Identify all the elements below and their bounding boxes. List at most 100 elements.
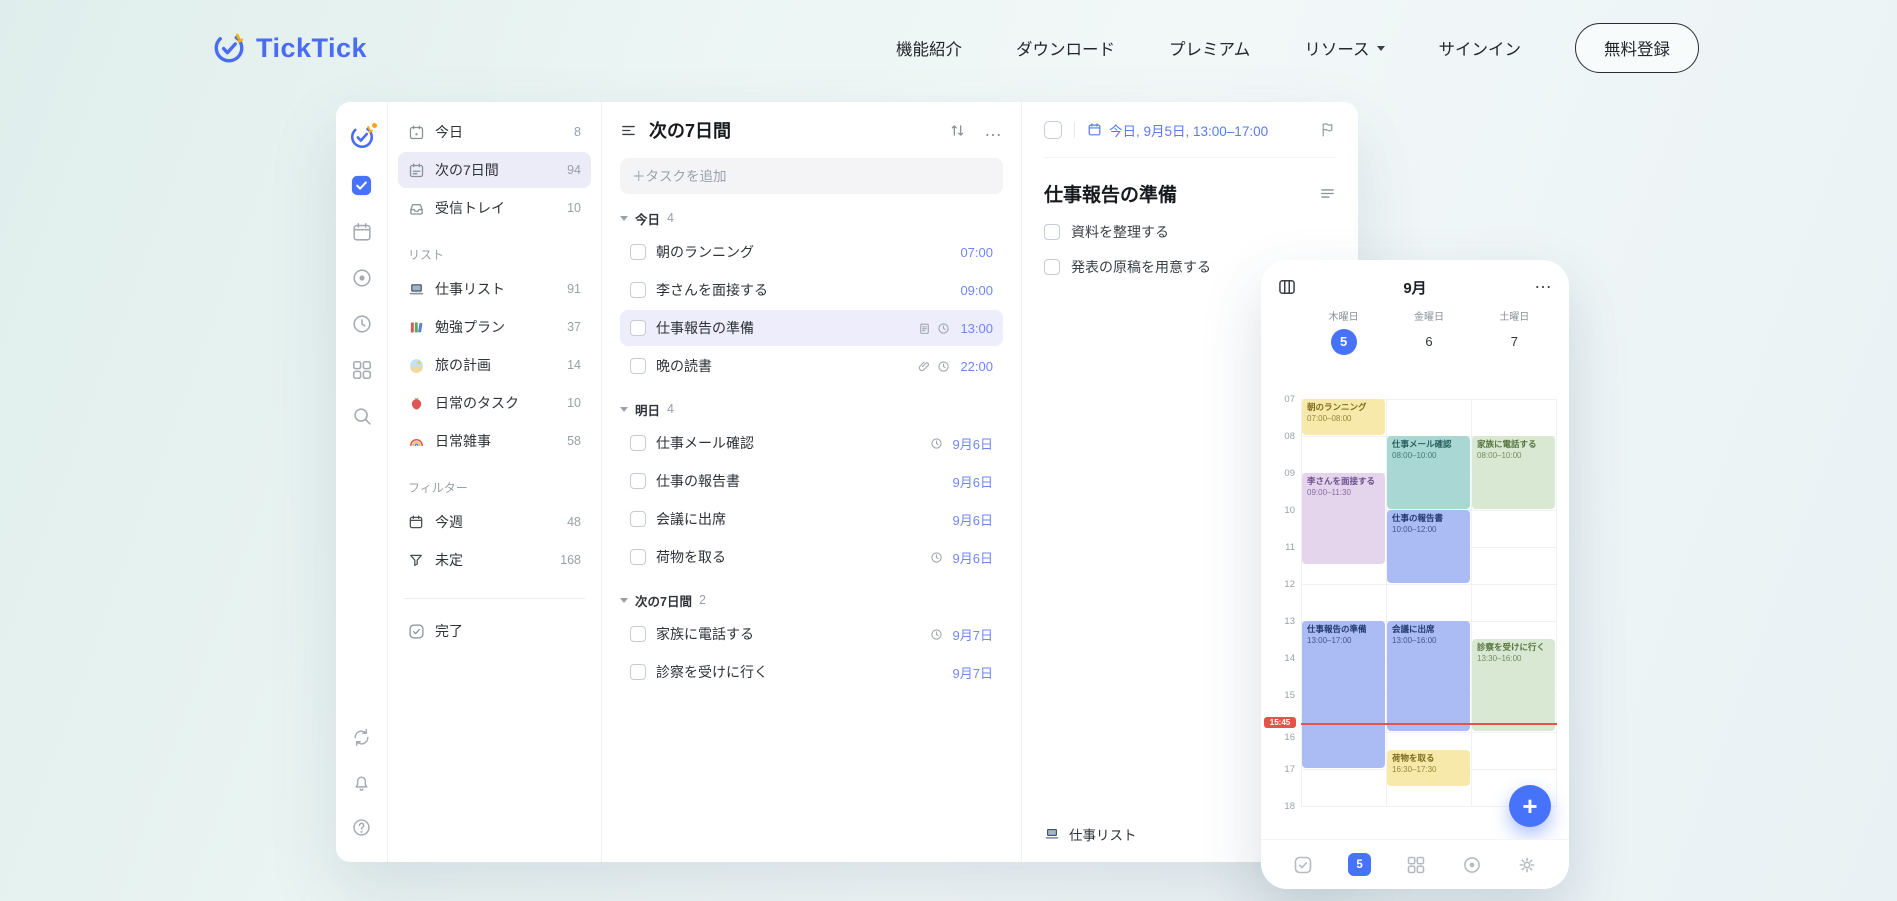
sidebar-filter-thisweek[interactable]: 今週 48 bbox=[398, 504, 591, 540]
task-title: 朝のランニング bbox=[656, 244, 754, 260]
weekday-label: 土曜日 bbox=[1499, 312, 1530, 323]
sidebar-item-label: 受信トレイ bbox=[435, 200, 505, 216]
beach-icon bbox=[408, 357, 425, 374]
calendar-event[interactable]: 朝のランニング 07:00–08:00 bbox=[1302, 399, 1385, 435]
calendar-event[interactable]: 仕事の報告書 10:00–12:00 bbox=[1387, 510, 1470, 583]
day-column-header[interactable]: 木曜日 5 bbox=[1301, 308, 1386, 355]
nav-resources[interactable]: リソース bbox=[1304, 36, 1385, 60]
task-checkbox[interactable] bbox=[630, 664, 646, 680]
sidebar-item-inbox[interactable]: 受信トレイ 10 bbox=[398, 190, 591, 226]
group-header-today[interactable]: 今日 4 bbox=[620, 203, 1003, 233]
tab-settings-icon[interactable] bbox=[1517, 855, 1537, 875]
task-row[interactable]: 診察を受けに行く 9月7日 bbox=[620, 654, 1003, 690]
nav-premium[interactable]: プレミアム bbox=[1169, 36, 1250, 60]
sort-icon[interactable] bbox=[949, 122, 966, 139]
calendar-event[interactable]: 李さんを面接する 09:00–11:30 bbox=[1302, 473, 1385, 564]
task-date: 9月6日 bbox=[952, 436, 993, 452]
calendar-event[interactable]: 家族に電話する 08:00–10:00 bbox=[1472, 436, 1555, 509]
calendar-event[interactable]: 会議に出席 13:00–16:00 bbox=[1387, 621, 1470, 731]
habit-nav-icon[interactable] bbox=[351, 267, 373, 289]
add-task-input[interactable] bbox=[620, 158, 1003, 194]
calendar-nav-icon[interactable] bbox=[351, 221, 373, 243]
tab-tasks-icon[interactable] bbox=[1293, 855, 1313, 875]
sidebar-item-completed[interactable]: 完了 bbox=[398, 613, 591, 649]
calendar-event[interactable]: 仕事報告の準備 13:00–17:00 bbox=[1302, 621, 1385, 768]
add-task-fab[interactable]: + bbox=[1509, 785, 1551, 827]
search-icon[interactable] bbox=[351, 405, 373, 427]
tab-habit-icon[interactable] bbox=[1462, 855, 1482, 875]
event-title: 診察を受けに行く bbox=[1477, 642, 1546, 652]
task-checkbox[interactable] bbox=[630, 549, 646, 565]
brand-logo[interactable]: TickTick bbox=[212, 31, 367, 65]
detail-title: 仕事報告の準備 bbox=[1044, 185, 1178, 206]
nav-signin[interactable]: サインイン bbox=[1439, 36, 1522, 60]
sidebar-item-label: 勉強プラン bbox=[435, 319, 505, 335]
nav-features[interactable]: 機能紹介 bbox=[896, 36, 962, 60]
phone-more-icon[interactable]: … bbox=[1533, 273, 1553, 297]
bell-icon[interactable] bbox=[351, 772, 372, 793]
flag-icon[interactable] bbox=[1319, 121, 1336, 138]
columns-view-icon[interactable] bbox=[1277, 277, 1297, 297]
subtask-checkbox[interactable] bbox=[1044, 259, 1060, 275]
sidebar-list-work[interactable]: 仕事リスト 91 bbox=[398, 271, 591, 307]
group-header-next7days[interactable]: 次の7日間 2 bbox=[620, 585, 1003, 615]
sidebar-list-chores[interactable]: 日常雑事 58 bbox=[398, 423, 591, 459]
task-checkbox[interactable] bbox=[630, 320, 646, 336]
panel-menu-icon[interactable] bbox=[620, 122, 637, 139]
subtask-row[interactable]: 資料を整理する bbox=[1044, 222, 1336, 242]
task-row[interactable]: 会議に出席 9月6日 bbox=[620, 501, 1003, 537]
funnel-icon bbox=[408, 552, 425, 569]
more-options-icon[interactable]: … bbox=[984, 121, 1003, 139]
subtask-checkbox[interactable] bbox=[1044, 224, 1060, 240]
task-row[interactable]: 荷物を取る 9月6日 bbox=[620, 539, 1003, 575]
matrix-nav-icon[interactable] bbox=[351, 359, 373, 381]
task-title: 会議に出席 bbox=[656, 511, 726, 527]
sidebar-list-study[interactable]: 勉強プラン 37 bbox=[398, 309, 591, 345]
sidebar-list-daily-tasks[interactable]: 日常のタスク 10 bbox=[398, 385, 591, 421]
sidebar-item-next7days[interactable]: 次の7日間 94 bbox=[398, 152, 591, 188]
sync-icon[interactable] bbox=[351, 727, 372, 748]
task-row[interactable]: 仕事メール確認 9月6日 bbox=[620, 425, 1003, 461]
task-checkbox[interactable] bbox=[630, 435, 646, 451]
task-row[interactable]: 朝のランニング 07:00 bbox=[620, 234, 1003, 270]
task-checkbox[interactable] bbox=[630, 473, 646, 489]
task-row[interactable]: 仕事の報告書 9月6日 bbox=[620, 463, 1003, 499]
hour-label: 09 bbox=[1284, 468, 1295, 479]
detail-date[interactable]: 今日, 9月5日, 13:00–17:00 bbox=[1087, 120, 1268, 140]
account-avatar[interactable] bbox=[349, 121, 379, 150]
current-time-label: 15:45 bbox=[1264, 717, 1296, 728]
nav-download[interactable]: ダウンロード bbox=[1016, 36, 1115, 60]
task-row[interactable]: 家族に電話する 9月7日 bbox=[620, 616, 1003, 652]
group-label: 次の7日間 bbox=[635, 594, 692, 609]
day-column-header[interactable]: 金曜日 6 bbox=[1386, 308, 1471, 355]
detail-checkbox[interactable] bbox=[1044, 120, 1062, 139]
task-title: 仕事メール確認 bbox=[656, 435, 754, 451]
help-icon[interactable] bbox=[351, 817, 372, 838]
sidebar-item-today[interactable]: 今日 8 bbox=[398, 114, 591, 150]
tab-matrix-icon[interactable] bbox=[1406, 855, 1426, 875]
detail-menu-icon[interactable] bbox=[1319, 185, 1336, 202]
pomodoro-nav-icon[interactable] bbox=[351, 313, 373, 335]
sidebar-list-travel[interactable]: 旅の計画 14 bbox=[398, 347, 591, 383]
calendar-event[interactable]: 荷物を取る 16:30–17:30 bbox=[1387, 750, 1470, 786]
event-title: 仕事の報告書 bbox=[1392, 513, 1444, 523]
task-checkbox[interactable] bbox=[630, 358, 646, 374]
task-checkbox[interactable] bbox=[630, 511, 646, 527]
calendar-event[interactable]: 診察を受けに行く 13:30–16:00 bbox=[1472, 639, 1555, 731]
task-checkbox[interactable] bbox=[630, 244, 646, 260]
task-row[interactable]: 李さんを面接する 09:00 bbox=[620, 272, 1003, 308]
clock-icon bbox=[937, 322, 950, 335]
item-count: 10 bbox=[567, 201, 581, 215]
task-checkbox[interactable] bbox=[630, 626, 646, 642]
sidebar-filter-undated[interactable]: 未定 168 bbox=[398, 542, 591, 578]
group-header-tomorrow[interactable]: 明日 4 bbox=[620, 394, 1003, 424]
signup-button[interactable]: 無料登録 bbox=[1575, 23, 1699, 73]
task-row[interactable]: 晩の読書 22:00 bbox=[620, 348, 1003, 384]
day-column-header[interactable]: 土曜日 7 bbox=[1472, 308, 1557, 355]
task-row-selected[interactable]: 仕事報告の準備 13:00 bbox=[620, 310, 1003, 346]
tab-calendar-selected[interactable]: 5 bbox=[1348, 853, 1372, 876]
calendar-event[interactable]: 仕事メール確認 08:00–10:00 bbox=[1387, 436, 1470, 509]
task-checkbox[interactable] bbox=[630, 282, 646, 298]
tasks-nav-icon[interactable] bbox=[350, 174, 373, 197]
subtask-label: 発表の原稿を用意する bbox=[1071, 259, 1211, 275]
